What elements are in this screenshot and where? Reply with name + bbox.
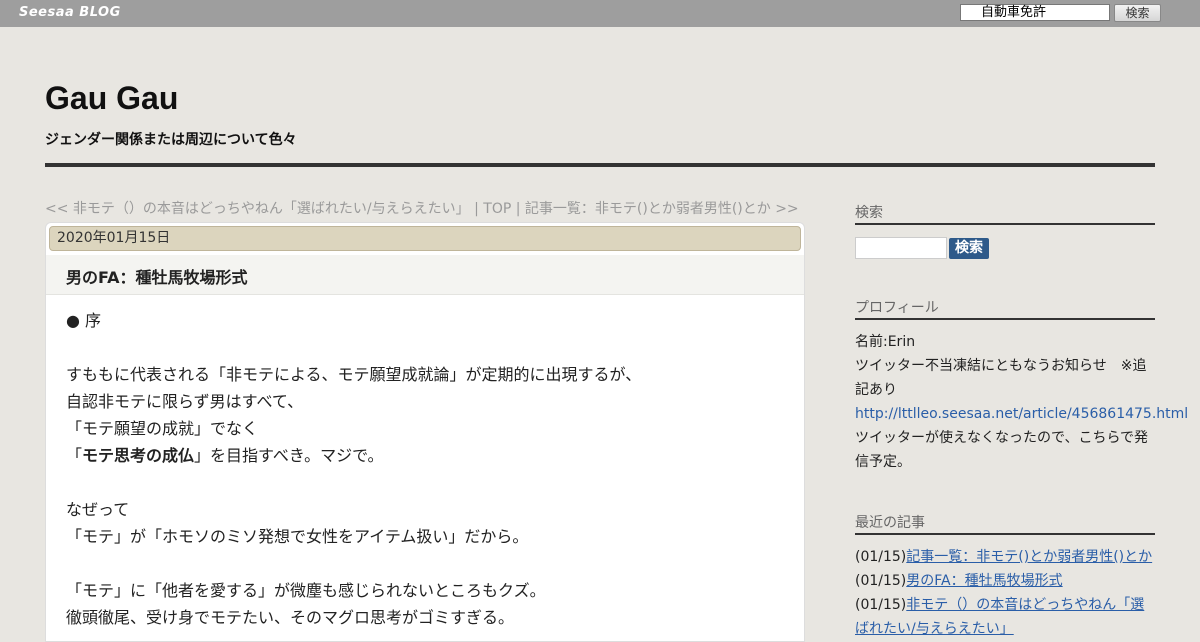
seesaa-blog-logo[interactable]: Seesaa BLOG xyxy=(19,5,121,20)
nav-separator: | xyxy=(469,201,484,217)
list-item: (01/15)非モテ（）の本音はどっちやねん「選ばれたい/与えらえたい」 xyxy=(855,593,1155,641)
top-link[interactable]: TOP xyxy=(483,201,511,217)
next-article-link[interactable]: 記事一覧：非モテ()とか弱者男性()とか >> xyxy=(525,201,799,217)
sidebar-search-button[interactable]: 検索 xyxy=(949,238,989,259)
top-search-button[interactable]: 検索 xyxy=(1114,4,1161,22)
body-line xyxy=(66,334,786,361)
nav-separator: | xyxy=(511,201,525,217)
profile-heading: プロフィール xyxy=(855,297,1155,320)
recent-post-date: (01/15) xyxy=(855,549,907,565)
body-line: 自認非モテに限らず男はすべて、 xyxy=(66,392,304,411)
recent-post-link[interactable]: 男のFA：種牡馬牧場形式 xyxy=(906,573,1062,589)
article-navigation: << 非モテ（）の本音はどっちやねん「選ばれたい/与えらえたい」 | TOP |… xyxy=(45,198,799,218)
recent-posts-list: (01/15)記事一覧：非モテ()とか弱者男性()とか (01/15)男のFA：… xyxy=(855,545,1155,641)
body-line: 「モテ」に「他者を愛する」が微塵も感じられないところもクズ。 xyxy=(66,581,546,600)
recent-post-date: (01/15) xyxy=(855,573,907,589)
recent-post-date: (01/15) xyxy=(855,597,907,613)
sidebar-search-heading: 検索 xyxy=(855,202,1155,225)
profile-name: 名前:Erin xyxy=(855,334,916,350)
article-card: 2020年01月15日 男のFA：種牡馬牧場形式 ● 序 すももに代表される「非… xyxy=(45,222,805,642)
body-line: 「モテ」が「ホモソのミソ発想で女性をアイテム扱い」だから。 xyxy=(66,527,529,546)
profile-note: ツイッターが使えなくなったので、こちらで発信予定。 xyxy=(855,430,1149,470)
article-date: 2020年01月15日 xyxy=(49,226,801,251)
article-body: ● 序 すももに代表される「非モテによる、モテ願望成就論」が定期的に出現するが、… xyxy=(66,307,786,631)
body-line-emphasis: 「モテ思考の成仏」を目指すべき。マジで。 xyxy=(66,442,786,469)
recent-post-link[interactable]: 記事一覧：非モテ()とか弱者男性()とか xyxy=(906,549,1152,565)
body-line: すももに代表される「非モテによる、モテ願望成就論」が定期的に出現するが、 xyxy=(66,365,642,384)
list-item: (01/15)男のFA：種牡馬牧場形式 xyxy=(855,569,1155,593)
prev-article-link[interactable]: << 非モテ（）の本音はどっちやねん「選ばれたい/与えらえたい」 xyxy=(45,201,470,217)
body-text-segment: 」を目指すべき。マジで。 xyxy=(194,446,384,465)
recent-posts-heading: 最近の記事 xyxy=(855,512,1155,535)
profile-notice: ツイッター不当凍結にともなうお知らせ ※追記あり xyxy=(855,358,1147,398)
header-divider xyxy=(45,163,1155,167)
body-line: ● 序 xyxy=(66,311,102,330)
sidebar-search: 検索 検索 xyxy=(855,202,1155,259)
bold-emphasis: モテ思考の成仏 xyxy=(82,446,195,465)
sidebar-profile: プロフィール 名前:Erin ツイッター不当凍結にともなうお知らせ ※追記あり … xyxy=(855,297,1188,474)
article-title-bar: 男のFA：種牡馬牧場形式 xyxy=(46,255,804,295)
blog-description: ジェンダー関係または周辺について色々 xyxy=(45,132,297,148)
body-line xyxy=(66,550,786,577)
profile-body: 名前:Erin ツイッター不当凍結にともなうお知らせ ※追記あり http://… xyxy=(855,330,1188,474)
body-line: なぜって xyxy=(66,500,130,519)
body-line: 徹頭徹尾、受け身でモテたい、そのマグロ思考がゴミすぎる。 xyxy=(66,608,515,627)
profile-link[interactable]: http://lttlleo.seesaa.net/article/456861… xyxy=(855,406,1188,422)
body-text-segment: 「 xyxy=(66,446,83,465)
list-item: (01/15)記事一覧：非モテ()とか弱者男性()とか xyxy=(855,545,1155,569)
sidebar-recent-posts: 最近の記事 (01/15)記事一覧：非モテ()とか弱者男性()とか (01/15… xyxy=(855,512,1155,641)
body-line: 「モテ願望の成就」でなく xyxy=(66,419,259,438)
body-line xyxy=(66,469,786,496)
sidebar-search-input[interactable] xyxy=(855,237,947,259)
top-search-input[interactable]: 自動車免許 xyxy=(960,4,1110,21)
blog-title[interactable]: Gau Gau xyxy=(45,80,178,117)
article-title[interactable]: 男のFA：種牡馬牧場形式 xyxy=(66,264,247,288)
